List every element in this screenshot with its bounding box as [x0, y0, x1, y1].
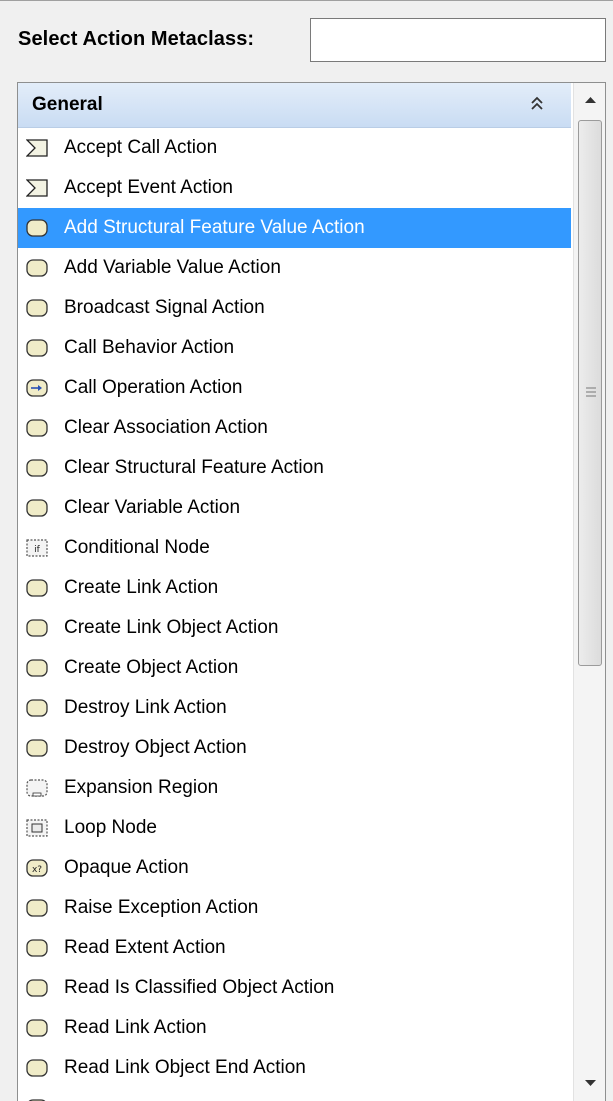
search-label: Select Action Metaclass:: [18, 28, 255, 50]
list-item-label: Accept Call Action: [64, 137, 218, 158]
list-item[interactable]: Clear Variable Action: [18, 488, 571, 528]
list-item[interactable]: Destroy Link Action: [18, 688, 571, 728]
group-title: General: [32, 94, 103, 115]
list-item-label: Opaque Action: [64, 857, 189, 878]
list-item[interactable]: Read Extent Action: [18, 928, 571, 968]
list-item-label: Clear Association Action: [64, 417, 268, 438]
action-icon: [26, 578, 48, 598]
list-item-label: Create Object Action: [64, 657, 239, 678]
list-item-label: Loop Node: [64, 817, 157, 838]
action-icon: [26, 938, 48, 958]
action-icon: [26, 218, 48, 238]
call-operation-icon: [26, 378, 48, 398]
action-icon: [26, 738, 48, 758]
action-icon: [26, 258, 48, 278]
grip-icon: [586, 387, 596, 397]
action-icon: [26, 418, 48, 438]
scroll-down-icon[interactable]: [574, 1064, 606, 1100]
list-item-label: Read Link Action: [64, 1017, 207, 1038]
list-item-label: Create Link Action: [64, 577, 219, 598]
list-item-label: Expansion Region: [64, 777, 219, 798]
svg-text:x?: x?: [32, 865, 42, 875]
list-item[interactable]: Create Object Action: [18, 648, 571, 688]
list-item[interactable]: Clear Structural Feature Action: [18, 448, 571, 488]
list-item[interactable]: Read Link Action: [18, 1008, 571, 1048]
list-item[interactable]: Add Variable Value Action: [18, 248, 571, 288]
list-item-label: Read Link Object End Action: [64, 1057, 306, 1078]
opaque-action-icon: x?: [26, 858, 48, 878]
list-item[interactable]: Broadcast Signal Action: [18, 288, 571, 328]
list-item-label: Call Operation Action: [64, 377, 243, 398]
action-icon: [26, 978, 48, 998]
list-item[interactable]: Raise Exception Action: [18, 888, 571, 928]
list-item[interactable]: Create Link Object Action: [18, 608, 571, 648]
list-item-label: Add Structural Feature Value Action: [64, 217, 365, 238]
list-item-label: Clear Structural Feature Action: [64, 457, 324, 478]
action-icon: [26, 298, 48, 318]
list-item-label: Accept Event Action: [64, 177, 233, 198]
list-item[interactable]: Create Link Action: [18, 568, 571, 608]
action-icon: [26, 338, 48, 358]
double-chevron-up-icon[interactable]: [528, 95, 546, 113]
list-item-label: Destroy Link Action: [64, 697, 227, 718]
list-item-label: Clear Variable Action: [64, 497, 241, 518]
search-input[interactable]: [310, 18, 606, 62]
search-row: Select Action Metaclass:: [0, 0, 613, 82]
accept-action-icon: [25, 178, 48, 198]
list-item-label: Add Variable Value Action: [64, 257, 281, 278]
list-item[interactable]: Read Link Object End Action: [18, 1048, 571, 1088]
action-icon: [26, 618, 48, 638]
action-icon: [26, 498, 48, 518]
list-item[interactable]: Accept Event Action: [18, 168, 571, 208]
action-icon: [26, 458, 48, 478]
action-icon: [26, 1058, 48, 1078]
action-icon: [26, 658, 48, 678]
metaclass-list: General Accept Call Action Accept Event A…: [17, 82, 606, 1101]
scrollbar-thumb[interactable]: [578, 120, 602, 666]
action-icon: [26, 898, 48, 918]
conditional-node-icon: if: [26, 538, 48, 558]
list-item[interactable]: Expansion Region: [18, 768, 571, 808]
list-item[interactable]: Call Behavior Action: [18, 328, 571, 368]
list-item-label: Broadcast Signal Action: [64, 297, 265, 318]
expansion-region-icon: [26, 778, 48, 798]
svg-text:if: if: [34, 545, 41, 555]
list-item-label: Call Behavior Action: [64, 337, 235, 358]
list-item-label: Conditional Node: [64, 537, 210, 558]
accept-action-icon: [25, 138, 48, 158]
action-metaclass-selector: Select Action Metaclass: General Accept …: [0, 0, 613, 1101]
list-item-label: Raise Exception Action: [64, 897, 259, 918]
action-icon: [26, 1018, 48, 1038]
loop-node-icon: [26, 818, 48, 838]
action-icon: [26, 698, 48, 718]
list-item-label: Destroy Object Action: [64, 737, 247, 758]
scroll-up-icon[interactable]: [574, 83, 606, 119]
list-item[interactable]: Accept Call Action: [18, 128, 571, 168]
list-item[interactable]: if Conditional Node: [18, 528, 571, 568]
list-item-label: Create Link Object Action: [64, 617, 279, 638]
vertical-scrollbar[interactable]: [573, 83, 606, 1101]
list-item[interactable]: Add Structural Feature Value Action: [18, 208, 571, 248]
list-item[interactable]: Loop Node: [18, 808, 571, 848]
list-item-label: Read Is Classified Object Action: [64, 977, 335, 998]
item-list: Accept Call Action Accept Event Action Add…: [18, 128, 571, 1101]
group-header-general[interactable]: General: [18, 83, 571, 128]
list-item[interactable]: x? Opaque Action: [18, 848, 571, 888]
list-item-label: Read Extent Action: [64, 937, 226, 958]
list-item[interactable]: Call Operation Action: [18, 368, 571, 408]
list-item[interactable]: Read Is Classified Object Action: [18, 968, 571, 1008]
list-item[interactable]: Destroy Object Action: [18, 728, 571, 768]
list-item[interactable]: [18, 1088, 571, 1101]
list-item[interactable]: Clear Association Action: [18, 408, 571, 448]
